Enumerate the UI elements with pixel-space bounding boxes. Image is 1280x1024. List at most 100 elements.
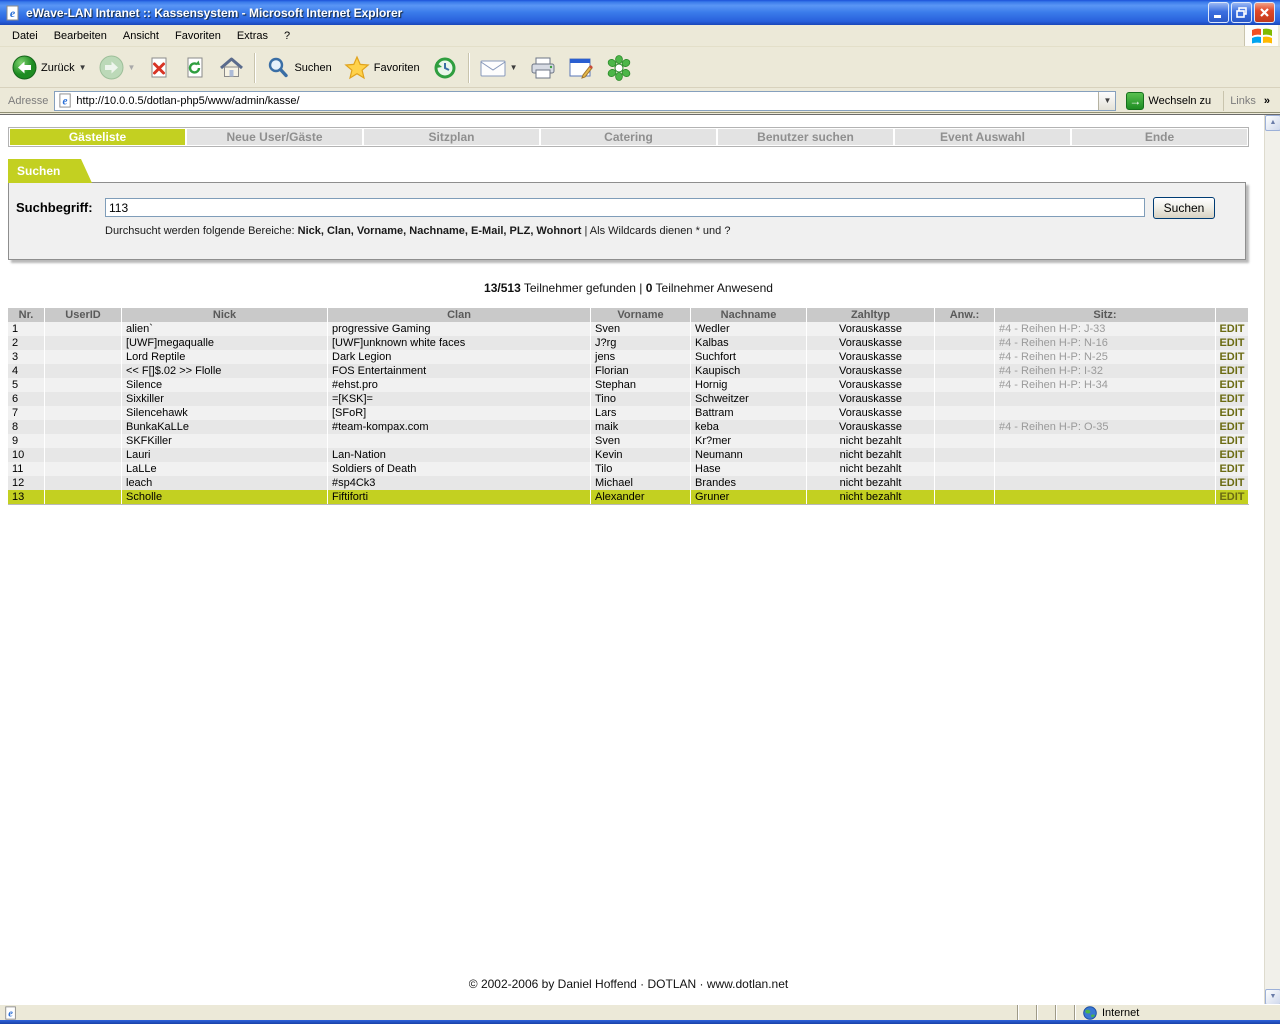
vertical-scrollbar[interactable]: ▲ ▼	[1264, 115, 1280, 1005]
cell-clan: #team-kompax.com	[328, 420, 591, 434]
cell-clan: [UWF]unknown white faces	[328, 336, 591, 350]
nav-tab[interactable]: Event Auswahl	[895, 129, 1070, 145]
icq-button[interactable]	[600, 52, 638, 84]
edit-link[interactable]: EDIT	[1216, 462, 1249, 476]
go-button[interactable]: → Wechseln zu	[1120, 90, 1217, 112]
cell-userid	[45, 406, 122, 420]
minimize-button[interactable]	[1208, 2, 1229, 23]
menu-item-ansicht[interactable]: Ansicht	[115, 27, 167, 45]
stop-button[interactable]	[141, 52, 177, 84]
security-zone-pane: Internet	[1075, 1005, 1280, 1021]
cell-nick: Silencehawk	[122, 406, 328, 420]
status-pane	[1056, 1005, 1075, 1021]
cell-userid	[45, 350, 122, 364]
address-input[interactable]	[76, 93, 1098, 109]
history-button[interactable]	[426, 52, 464, 84]
nav-tab[interactable]: Sitzplan	[364, 129, 539, 145]
table-row: 11LaLLeSoldiers of DeathTiloHasenicht be…	[8, 462, 1249, 476]
print-button[interactable]	[524, 52, 562, 84]
status-pane	[1037, 1005, 1056, 1021]
favorites-button[interactable]: Favoriten	[338, 52, 426, 84]
search-section-tab: Suchen	[8, 159, 92, 183]
edit-link[interactable]: EDIT	[1216, 392, 1249, 406]
cell-zahltyp: nicht bezahlt	[807, 476, 935, 490]
svg-text:e: e	[63, 95, 68, 107]
edit-link[interactable]: EDIT	[1216, 490, 1249, 504]
cell-nachname: Hase	[691, 462, 807, 476]
table-row: 10LauriLan-NationKevinNeumannnicht bezah…	[8, 448, 1249, 462]
search-submit-button[interactable]: Suchen	[1153, 197, 1215, 219]
edit-link[interactable]: EDIT	[1216, 476, 1249, 490]
title-bar: e eWave-LAN Intranet :: Kassensystem - M…	[0, 0, 1280, 25]
menu-item-[interactable]: ?	[276, 27, 298, 45]
window-bottom-border	[0, 1020, 1280, 1024]
mail-button[interactable]: ▼	[474, 52, 524, 84]
links-chevron-icon[interactable]: »	[1264, 95, 1270, 107]
edit-link[interactable]: EDIT	[1216, 364, 1249, 378]
column-header: Sitz:	[995, 308, 1216, 322]
scroll-up-icon[interactable]: ▲	[1265, 115, 1280, 131]
cell-vorname: Kevin	[591, 448, 691, 462]
links-label: Links	[1230, 95, 1256, 107]
toolbar-separator	[468, 53, 470, 83]
cell-nr: 10	[8, 448, 45, 462]
cell-sitz: #4 - Reihen H-P: J-33	[995, 322, 1216, 336]
restore-button[interactable]	[1231, 2, 1252, 23]
cell-nr: 8	[8, 420, 45, 434]
menu-item-bearbeiten[interactable]: Bearbeiten	[46, 27, 115, 45]
forward-dropdown-icon[interactable]: ▼	[128, 63, 136, 72]
edit-link[interactable]: EDIT	[1216, 420, 1249, 434]
home-button[interactable]	[213, 52, 250, 84]
cell-clan: Lan-Nation	[328, 448, 591, 462]
nav-tab[interactable]: Ende	[1072, 129, 1247, 145]
cell-anw	[935, 350, 995, 364]
mail-dropdown-icon[interactable]: ▼	[510, 63, 518, 72]
edit-link[interactable]: EDIT	[1216, 336, 1249, 350]
cell-userid	[45, 448, 122, 462]
search-button[interactable]: Suchen	[260, 52, 337, 84]
address-field: e ▼	[54, 91, 1116, 111]
cell-nachname: Wedler	[691, 322, 807, 336]
menu-item-datei[interactable]: Datei	[4, 27, 46, 45]
search-input[interactable]	[105, 198, 1145, 217]
menu-item-extras[interactable]: Extras	[229, 27, 276, 45]
results-summary: 13/513 Teilnehmer gefunden | 0 Teilnehme…	[8, 281, 1249, 295]
menu-item-favoriten[interactable]: Favoriten	[167, 27, 229, 45]
cell-zahltyp: Vorauskasse	[807, 322, 935, 336]
column-header: Zahltyp	[807, 308, 935, 322]
scroll-down-icon[interactable]: ▼	[1265, 989, 1280, 1005]
cell-nachname: Schweitzer	[691, 392, 807, 406]
refresh-button[interactable]	[177, 52, 213, 84]
cell-zahltyp: nicht bezahlt	[807, 462, 935, 476]
forward-button[interactable]: ▼	[93, 52, 142, 84]
edit-button[interactable]	[562, 52, 600, 84]
favorites-label: Favoriten	[374, 62, 420, 74]
cell-nick: Lauri	[122, 448, 328, 462]
nav-tab[interactable]: Neue User/Gäste	[187, 129, 362, 145]
cell-vorname: Sven	[591, 434, 691, 448]
edit-link[interactable]: EDIT	[1216, 322, 1249, 336]
column-header: Vorname	[591, 308, 691, 322]
cell-vorname: Florian	[591, 364, 691, 378]
edit-link[interactable]: EDIT	[1216, 406, 1249, 420]
back-button[interactable]: Zurück ▼	[6, 52, 93, 84]
table-row: 1alien`progressive GamingSvenWedlerVorau…	[8, 322, 1249, 336]
edit-link[interactable]: EDIT	[1216, 448, 1249, 462]
nav-tab[interactable]: Catering	[541, 129, 716, 145]
nav-tab[interactable]: Gästeliste	[10, 129, 185, 145]
cell-nr: 7	[8, 406, 45, 420]
cell-zahltyp: Vorauskasse	[807, 406, 935, 420]
edit-link[interactable]: EDIT	[1216, 434, 1249, 448]
edit-link[interactable]: EDIT	[1216, 378, 1249, 392]
address-dropdown-icon[interactable]: ▼	[1098, 92, 1115, 110]
cell-clan: Dark Legion	[328, 350, 591, 364]
status-bar: e Internet	[0, 1004, 1280, 1024]
back-dropdown-icon[interactable]: ▼	[79, 63, 87, 72]
nav-tab[interactable]: Benutzer suchen	[718, 129, 893, 145]
table-body: 1alien`progressive GamingSvenWedlerVorau…	[8, 322, 1249, 504]
cell-vorname: Tino	[591, 392, 691, 406]
cell-userid	[45, 322, 122, 336]
close-button[interactable]	[1254, 2, 1275, 23]
edit-link[interactable]: EDIT	[1216, 350, 1249, 364]
forward-icon	[99, 55, 124, 80]
